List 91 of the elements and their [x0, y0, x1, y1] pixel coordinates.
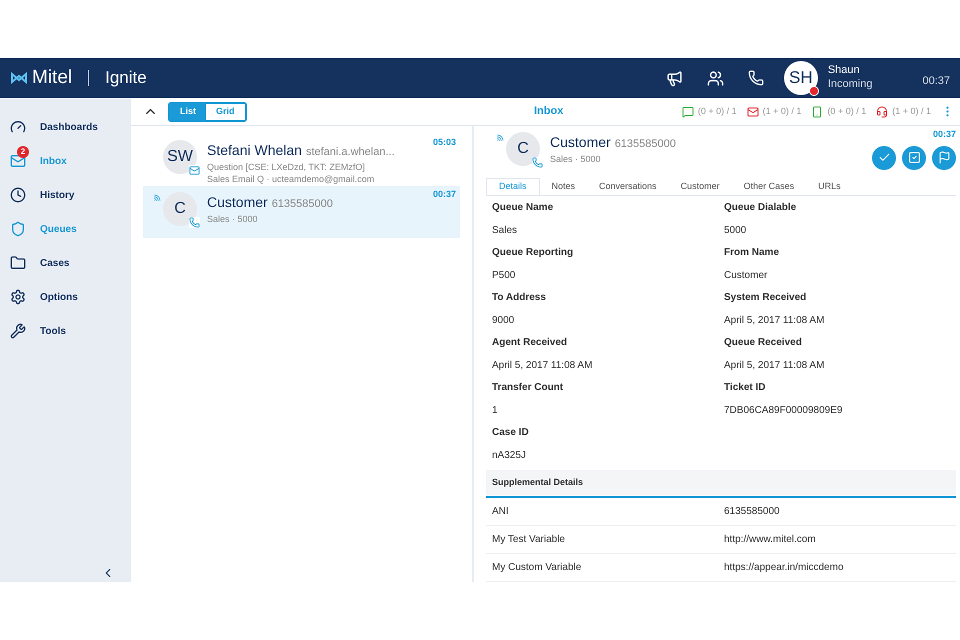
sidebar-item[interactable]: History — [0, 178, 131, 212]
contact-avatar: C — [163, 192, 197, 226]
channel-count: (0 + 0) / 1 — [698, 104, 737, 118]
field-label: Queue Dialable — [724, 201, 798, 215]
logo-icon — [10, 72, 28, 84]
product-name: Ignite — [105, 67, 147, 90]
queue-info: Sales · 5000 — [550, 153, 602, 166]
channel-count: (1 + 0) / 1 — [762, 104, 802, 118]
field-value: April 5, 2017 11:08 AM — [492, 358, 594, 372]
field-label: System Received — [724, 291, 808, 305]
conversation-info: Sales Email Q · ucteamdemo@gmail.com — [207, 173, 376, 185]
sidebar-item[interactable]: Options — [0, 280, 131, 314]
agent-name: Shaun — [828, 64, 861, 78]
field-value: 1 — [492, 404, 499, 418]
detail-tab[interactable]: Notes — [540, 178, 588, 195]
field-value: Sales — [492, 224, 518, 238]
field-value: P500 — [492, 268, 516, 282]
conversation-time: 05:03 — [432, 136, 456, 149]
variable-name: My Test Variable — [492, 533, 566, 547]
pane-title: Inbox — [534, 104, 564, 120]
field-label: Ticket ID — [724, 381, 766, 395]
contact-number: 6135585000 — [614, 137, 676, 152]
checkbox-icon — [908, 151, 920, 164]
announcement-button[interactable] — [666, 70, 683, 86]
contact-name: Stefani Whelan — [207, 141, 302, 160]
field-value: 9000 — [492, 314, 516, 328]
variable-value: https://appear.in/miccdemo — [724, 561, 845, 575]
contact-detail: 6135585000 — [272, 197, 333, 212]
conversation-time: 00:37 — [932, 128, 956, 141]
conversation-item[interactable]: C Customer 6135585000 Sales · 5000 00:37 — [143, 186, 460, 238]
field-value: nA325J — [492, 448, 527, 462]
variable-name: My Custom Variable — [492, 561, 582, 575]
phone-icon — [748, 70, 764, 86]
flag-icon — [938, 151, 950, 164]
flag-button[interactable] — [932, 146, 956, 170]
sidebar-item[interactable]: Dashboards — [0, 110, 131, 144]
contact-name: Customer — [550, 133, 611, 152]
megaphone-icon — [666, 70, 683, 86]
field-label: To Address — [492, 291, 547, 305]
sidebar-item[interactable]: Tools — [0, 314, 131, 348]
field-value: Customer — [724, 268, 768, 282]
agent-avatar[interactable]: SH — [784, 61, 818, 95]
detail-tab[interactable]: Conversations — [587, 178, 669, 195]
contact-detail: stefani.a.whelan... — [306, 145, 395, 160]
brand-name: Mitel — [32, 66, 72, 90]
conversation-info: Sales · 5000 — [207, 213, 259, 225]
agent-status: Incoming — [828, 78, 872, 92]
detail-tab[interactable]: Other Cases — [732, 178, 806, 195]
conversation-time: 00:37 — [432, 188, 456, 201]
field-value: 5000 — [724, 224, 748, 238]
phone-button[interactable] — [748, 70, 764, 86]
sidebar-item[interactable]: 2 Inbox — [0, 144, 131, 178]
call-timer: 00:37 — [922, 74, 950, 88]
contact-avatar: SW — [163, 140, 197, 174]
contacts-button[interactable] — [706, 70, 724, 86]
field-label: Case ID — [492, 426, 530, 440]
nav-icon — [10, 255, 26, 271]
field-value: 7DB06CA89F00009809E9 — [724, 404, 844, 418]
field-label: Agent Received — [492, 336, 568, 350]
channel-count: (0 + 0) / 1 — [827, 104, 866, 118]
count-badge: 2 — [17, 146, 29, 158]
channel-count: (1 + 0) / 1 — [892, 104, 931, 118]
field-value: April 5, 2017 11:08 AM — [724, 358, 826, 372]
field-label: Queue Name — [492, 201, 554, 215]
section-header: Supplemental Details — [486, 470, 956, 498]
nav-icon — [10, 153, 26, 169]
sidebar-item[interactable]: Cases — [0, 246, 131, 280]
phone-icon — [189, 217, 200, 228]
field-label: Transfer Count — [492, 381, 564, 395]
field-label: Queue Reporting — [492, 246, 574, 260]
accept-button[interactable] — [872, 146, 896, 170]
variable-value: http://www.mitel.com — [724, 533, 817, 547]
nav-icon — [10, 323, 26, 339]
variable-value: 6135585000 — [724, 505, 781, 519]
nav-icon — [10, 289, 26, 305]
complete-button[interactable] — [902, 146, 926, 170]
detail-tab[interactable]: URLs — [806, 178, 853, 195]
nav-icon — [10, 119, 26, 135]
people-icon — [706, 70, 724, 86]
variable-name: ANI — [492, 505, 510, 519]
field-label: From Name — [724, 246, 780, 260]
contact-name: Customer — [207, 193, 268, 212]
email-icon — [189, 165, 200, 176]
nav-icon — [10, 187, 26, 203]
contact-avatar: C — [506, 132, 540, 166]
conversation-info: Question [CSE: LXeDzd, TKT: ZEMzfO] — [207, 161, 366, 173]
field-label: Queue Received — [724, 336, 803, 350]
nav-icon — [10, 221, 26, 237]
detail-tab[interactable]: Customer — [668, 178, 732, 195]
phone-icon — [532, 157, 543, 168]
field-value: April 5, 2017 11:08 AM — [724, 314, 826, 328]
